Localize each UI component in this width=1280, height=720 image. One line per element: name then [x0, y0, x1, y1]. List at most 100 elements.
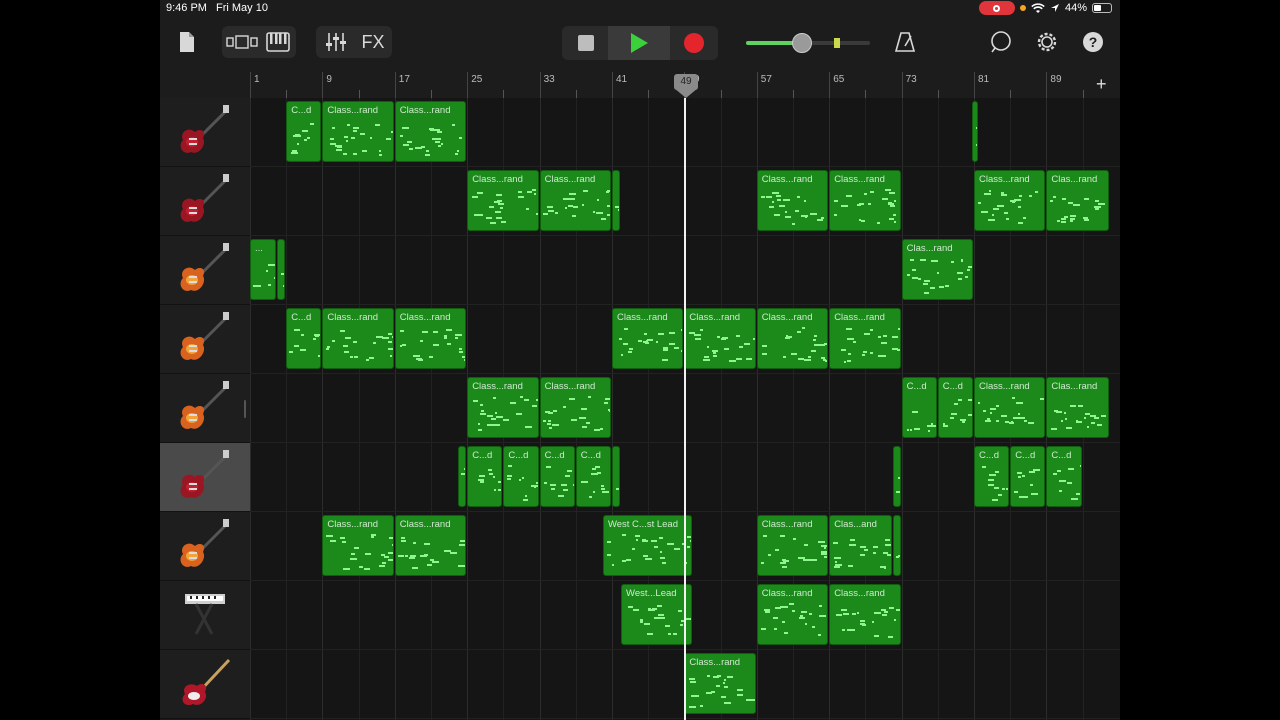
region-label: ... — [255, 243, 263, 254]
master-volume-slider[interactable] — [746, 33, 870, 53]
midi-region[interactable]: Class...rand — [756, 308, 829, 369]
tracks-area[interactable]: C...d Class...rand Class...rand Class...ran… — [250, 98, 1120, 720]
settings-icon[interactable] — [1032, 26, 1062, 58]
midi-region[interactable]: Class...rand — [756, 584, 829, 645]
track-header[interactable] — [160, 581, 250, 650]
midi-region[interactable]: C...d — [503, 446, 539, 507]
midi-region[interactable]: Class...rand — [394, 515, 467, 576]
midi-region[interactable]: Class...rand — [394, 101, 467, 162]
region-label: C...d — [906, 381, 927, 392]
midi-region[interactable]: Clas...and — [829, 515, 892, 576]
region-label: Class...rand — [761, 588, 813, 599]
midi-region[interactable]: Class...rand — [974, 170, 1046, 231]
document-icon[interactable] — [174, 26, 200, 58]
track-header[interactable] — [160, 512, 250, 581]
loop-icon[interactable] — [986, 26, 1016, 58]
midi-region[interactable]: Class...rand — [322, 515, 394, 576]
add-track-button[interactable]: + — [1096, 74, 1107, 95]
midi-region[interactable] — [612, 446, 621, 507]
region-notes — [325, 534, 393, 571]
midi-region[interactable] — [277, 239, 286, 300]
midi-region[interactable]: Class...rand — [539, 377, 611, 438]
midi-region[interactable]: Clas...rand — [1046, 377, 1109, 438]
midi-region[interactable]: C...d — [575, 446, 611, 507]
region-label: Clas...rand — [1051, 174, 1098, 185]
midi-region[interactable]: C...d — [901, 377, 937, 438]
fx-button[interactable]: FX — [356, 26, 390, 58]
midi-region[interactable]: C...d — [467, 446, 503, 507]
stop-button[interactable] — [564, 26, 608, 60]
keyboard-icon[interactable] — [262, 26, 294, 58]
track-header[interactable] — [160, 374, 250, 443]
midi-region[interactable]: ... — [250, 239, 277, 300]
midi-region[interactable]: Class...rand — [974, 377, 1046, 438]
region-notes — [687, 327, 755, 364]
region-notes — [542, 396, 610, 433]
midi-region[interactable]: Class...rand — [612, 308, 684, 369]
midi-region[interactable] — [892, 515, 901, 576]
midi-region[interactable]: Class...rand — [322, 101, 394, 162]
region-label: C...d — [544, 450, 565, 461]
track-header[interactable] — [160, 650, 250, 719]
red-electric-guitar-icon — [177, 171, 233, 232]
track-header[interactable] — [160, 305, 250, 374]
help-icon[interactable]: ? — [1078, 26, 1108, 58]
ruler-tick — [648, 90, 650, 98]
ruler-bar-number: 65 — [833, 74, 845, 85]
midi-region[interactable]: West...Lead — [621, 584, 693, 645]
midi-region[interactable]: C...d — [539, 446, 575, 507]
region-label: Class...rand — [834, 174, 885, 185]
mixer-icon[interactable] — [320, 26, 352, 58]
midi-region[interactable]: C...d — [1010, 446, 1046, 507]
resize-handle[interactable] — [244, 400, 246, 418]
midi-region[interactable] — [458, 446, 467, 507]
region-label: Class...rand — [761, 519, 813, 530]
midi-region[interactable] — [612, 170, 621, 231]
region-label: Class...rand — [689, 312, 741, 323]
screen-recording-icon[interactable] — [978, 1, 1015, 15]
midi-region[interactable]: Class...rand — [467, 377, 539, 438]
midi-region[interactable]: Class...rand — [322, 308, 394, 369]
play-icon — [630, 33, 648, 53]
ruler-tick — [575, 90, 577, 98]
track-header[interactable] — [160, 98, 250, 167]
midi-region[interactable]: Clas...rand — [1046, 170, 1109, 231]
midi-region[interactable]: Clas...rand — [901, 239, 973, 300]
region-notes — [289, 327, 321, 364]
midi-region[interactable]: Class...rand — [539, 170, 611, 231]
playhead-line[interactable] — [684, 98, 687, 720]
toolbar: FX ? — [160, 18, 1120, 72]
midi-region[interactable]: C...d — [286, 308, 322, 369]
track-header[interactable] — [160, 443, 250, 512]
region-label: Class...rand — [979, 174, 1030, 185]
midi-region[interactable]: Class...rand — [829, 584, 901, 645]
region-notes — [289, 120, 318, 157]
midi-region[interactable]: C...d — [1046, 446, 1082, 507]
midi-region[interactable]: C...d — [974, 446, 1010, 507]
tracks-view-icon[interactable] — [224, 26, 260, 58]
midi-region[interactable]: West C...st Lead — [602, 515, 693, 576]
midi-region[interactable]: Class...rand — [829, 308, 901, 369]
midi-region[interactable]: C...d — [937, 377, 973, 438]
record-button[interactable] — [672, 26, 716, 60]
midi-region[interactable] — [892, 446, 901, 507]
region-notes — [760, 327, 828, 364]
play-button[interactable] — [608, 26, 670, 60]
red-electric-guitar-icon — [177, 102, 233, 163]
midi-region[interactable]: Class...rand — [684, 653, 756, 714]
ruler-bar-number: 25 — [471, 74, 483, 85]
region-notes — [760, 603, 827, 640]
midi-region[interactable] — [972, 101, 979, 162]
midi-region[interactable]: C...d — [286, 101, 322, 162]
track-header[interactable] — [160, 236, 250, 305]
midi-region[interactable]: Class...rand — [829, 170, 901, 231]
midi-region[interactable]: Class...rand — [756, 170, 829, 231]
midi-region[interactable]: Class...rand — [394, 308, 467, 369]
region-label: Class...rand — [834, 588, 885, 599]
midi-region[interactable]: Class...rand — [467, 170, 539, 231]
track-header[interactable] — [160, 167, 250, 236]
midi-region[interactable]: Class...rand — [684, 308, 756, 369]
volume-knob[interactable] — [791, 33, 812, 53]
midi-region[interactable]: Class...rand — [756, 515, 829, 576]
metronome-icon[interactable] — [890, 26, 920, 58]
